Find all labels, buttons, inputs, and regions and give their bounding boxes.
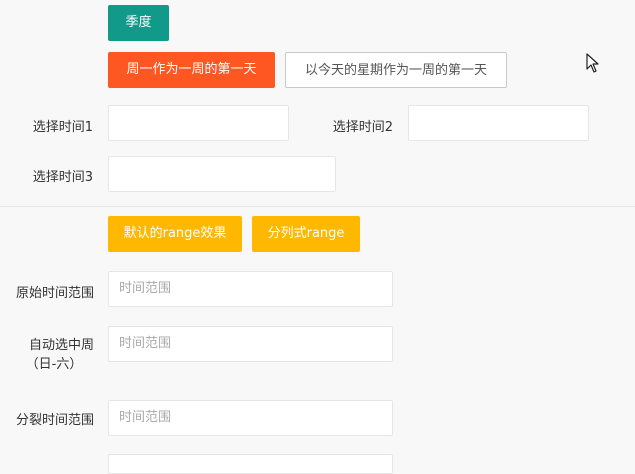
default-range-button[interactable]: 默认的range效果 <box>108 216 242 252</box>
auto-week-label: 自动选中周 （日-六） <box>6 336 94 374</box>
season-button[interactable]: 季度 <box>108 5 169 41</box>
next-range-input[interactable] <box>108 454 393 474</box>
split-range-button[interactable]: 分列式range <box>252 216 360 252</box>
monday-first-button[interactable]: 周一作为一周的第一天 <box>108 52 275 88</box>
time3-input[interactable] <box>108 156 336 192</box>
today-first-button[interactable]: 以今天的星期作为一周的第一天 <box>285 52 507 88</box>
time2-input[interactable] <box>408 105 589 141</box>
auto-week-label-line2: （日-六） <box>25 357 83 372</box>
time1-label: 选择时间1 <box>32 120 93 135</box>
auto-week-label-line1: 自动选中周 <box>28 338 94 353</box>
split-range-label: 分裂时间范围 <box>15 413 94 428</box>
split-range-input[interactable]: 时间范围 <box>108 400 393 436</box>
auto-week-input[interactable]: 时间范围 <box>108 326 393 362</box>
original-range-input[interactable]: 时间范围 <box>108 271 393 307</box>
section-divider <box>0 206 635 207</box>
mouse-pointer-icon <box>586 53 599 73</box>
time3-label: 选择时间3 <box>32 170 93 185</box>
original-range-label: 原始时间范围 <box>15 286 94 301</box>
time2-label: 选择时间2 <box>332 120 393 135</box>
time1-input[interactable] <box>108 105 289 141</box>
